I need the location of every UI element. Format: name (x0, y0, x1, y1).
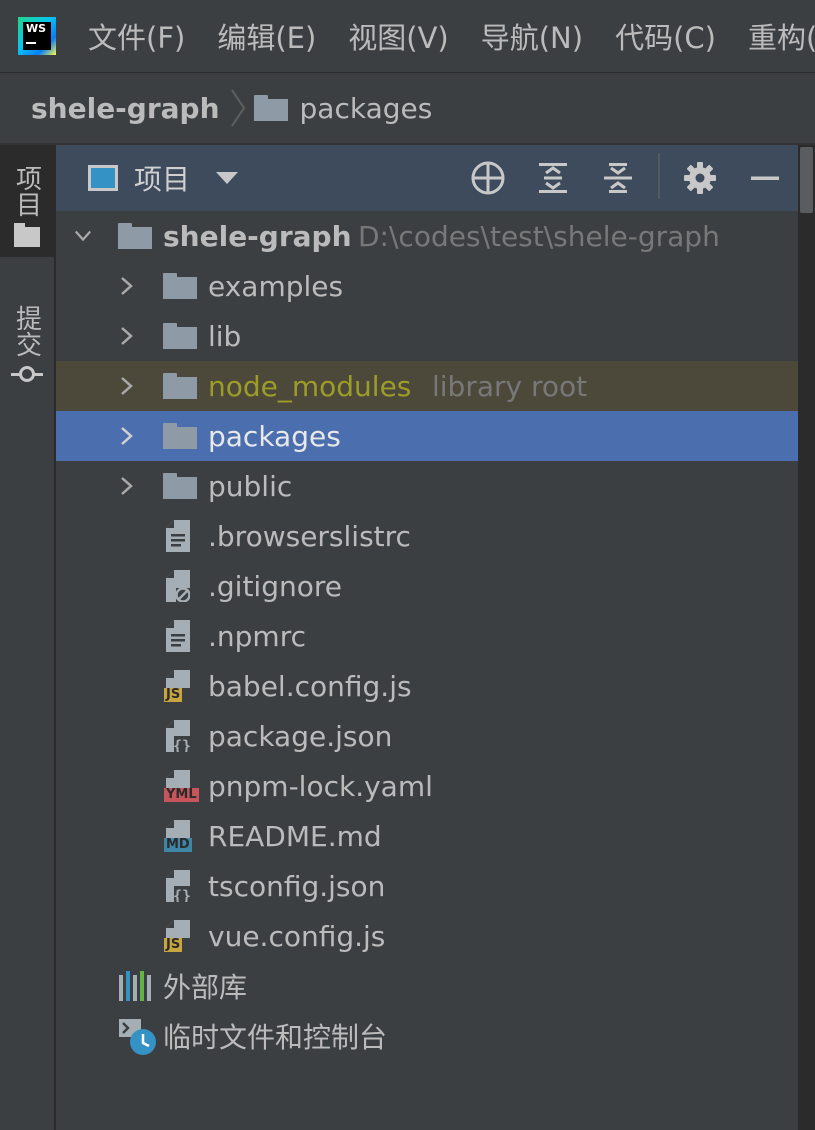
tree-folder-lib[interactable]: lib (56, 311, 798, 361)
tree-file-row[interactable]: YML pnpm-lock.yaml (56, 761, 798, 811)
tree-item-label: package.json (208, 719, 393, 753)
tree-item-label: examples (208, 269, 344, 303)
project-tree: shele-graph D:\codes\test\shele-graph ex… (56, 211, 798, 1061)
tree-file-row[interactable]: .gitignore (56, 561, 798, 611)
tree-item-label: .npmrc (208, 619, 306, 653)
folder-icon (163, 423, 197, 449)
tree-folder-packages[interactable]: packages (56, 411, 798, 461)
menu-edit[interactable]: 编辑(E) (217, 15, 316, 57)
tree-item-label: 外部库 (163, 971, 248, 1004)
tree-root-row[interactable]: shele-graph D:\codes\test\shele-graph (56, 211, 798, 261)
tree-item-label: pnpm-lock.yaml (208, 769, 433, 803)
json-file-icon: {} (166, 870, 190, 902)
tree-file-row[interactable]: .browserslistrc (56, 511, 798, 561)
tree-file-row[interactable]: MD README.md (56, 811, 798, 861)
tree-file-row[interactable]: {} package.json (56, 711, 798, 761)
library-root-hint: library root (432, 369, 588, 403)
tree-folder-node-modules[interactable]: node_modules library root (56, 361, 798, 411)
menu-refactor[interactable]: 重构( (748, 15, 815, 57)
chevron-right-icon[interactable] (118, 371, 136, 401)
vertical-scrollbar[interactable] (798, 145, 815, 1130)
locate-icon[interactable] (469, 159, 507, 197)
tree-item-label: packages (208, 419, 341, 453)
folder-icon (253, 95, 288, 121)
folder-icon (163, 273, 197, 299)
library-icon (119, 971, 151, 1001)
breadcrumb-project[interactable]: shele-graph (31, 92, 220, 125)
webstorm-logo-icon[interactable]: WS (18, 17, 56, 55)
menu-bar: WS 文件(F) 编辑(E) 视图(V) 导航(N) 代码(C) 重构( (0, 0, 815, 73)
commit-tab-label: 提交 (11, 305, 42, 357)
text-file-icon (166, 620, 190, 652)
breadcrumb: shele-graph packages (0, 73, 815, 145)
folder-icon (118, 223, 152, 249)
project-panel: 项目 shele-graph D:\codes\test\shele-graph… (56, 145, 798, 1130)
tree-scratches-consoles[interactable]: 临时文件和控制台 (56, 1011, 798, 1061)
tree-item-label: lib (208, 319, 242, 353)
project-view-icon (88, 165, 118, 191)
tree-item-label: node_modules (208, 369, 412, 403)
minimize-icon[interactable] (746, 159, 784, 197)
tree-file-row[interactable]: {} tsconfig.json (56, 861, 798, 911)
folder-icon (163, 373, 197, 399)
expand-all-icon[interactable] (534, 159, 572, 197)
breadcrumb-packages[interactable]: packages (300, 92, 433, 125)
tree-folder-public[interactable]: public (56, 461, 798, 511)
chevron-down-icon[interactable] (216, 172, 239, 184)
gear-icon[interactable] (681, 159, 719, 197)
chevron-right-icon[interactable] (118, 321, 136, 351)
scrollbar-thumb[interactable] (800, 147, 813, 213)
tree-item-label: vue.config.js (208, 919, 386, 953)
breadcrumb-separator-icon (230, 89, 245, 127)
menu-code[interactable]: 代码(C) (615, 15, 716, 57)
ignore-file-icon (166, 570, 190, 602)
javascript-file-icon: JS (164, 920, 190, 952)
tree-root-path: D:\codes\test\shele-graph (358, 219, 720, 253)
chevron-down-icon[interactable] (74, 221, 92, 251)
collapse-all-icon[interactable] (599, 159, 637, 197)
project-tool-tab[interactable]: 项目 (0, 145, 54, 257)
javascript-file-icon: JS (164, 670, 190, 702)
header-separator (658, 153, 660, 199)
menu-view[interactable]: 视图(V) (348, 15, 448, 57)
tool-window-strip: 项目 提交 (0, 145, 56, 1130)
markdown-file-icon: MD (164, 820, 192, 852)
chevron-right-icon[interactable] (118, 271, 136, 301)
menu-navigate[interactable]: 导航(N) (481, 15, 583, 57)
project-panel-header: 项目 (56, 145, 798, 211)
tree-file-row[interactable]: JS vue.config.js (56, 911, 798, 961)
svg-text:{}: {} (173, 887, 190, 902)
folder-icon (163, 473, 197, 499)
tree-file-row[interactable]: JS babel.config.js (56, 661, 798, 711)
tree-file-row[interactable]: .npmrc (56, 611, 798, 661)
folder-icon (163, 323, 197, 349)
yaml-file-icon: YML (164, 770, 199, 802)
commit-icon (11, 366, 43, 382)
scratches-clock-icon (119, 1019, 156, 1055)
svg-text:{}: {} (173, 737, 190, 752)
project-tab-label: 项目 (11, 165, 42, 217)
tree-item-label: .browserslistrc (208, 519, 411, 553)
tree-item-label: babel.config.js (208, 669, 412, 703)
panel-title[interactable]: 项目 (134, 158, 190, 198)
folder-icon (14, 223, 40, 247)
tree-folder-examples[interactable]: examples (56, 261, 798, 311)
tree-item-label: tsconfig.json (208, 869, 386, 903)
tree-item-label: README.md (208, 819, 382, 853)
text-file-icon (166, 520, 190, 552)
chevron-right-icon[interactable] (118, 421, 136, 451)
json-file-icon: {} (166, 720, 190, 752)
tree-external-libraries[interactable]: 外部库 (56, 961, 798, 1011)
tree-item-label: 临时文件和控制台 (163, 1021, 388, 1054)
tree-item-label: public (208, 469, 293, 503)
tree-item-label: .gitignore (208, 569, 342, 603)
chevron-right-icon[interactable] (118, 471, 136, 501)
commit-tool-tab[interactable]: 提交 (0, 305, 54, 405)
tree-root-name: shele-graph (163, 219, 352, 253)
menu-file[interactable]: 文件(F) (88, 15, 185, 57)
